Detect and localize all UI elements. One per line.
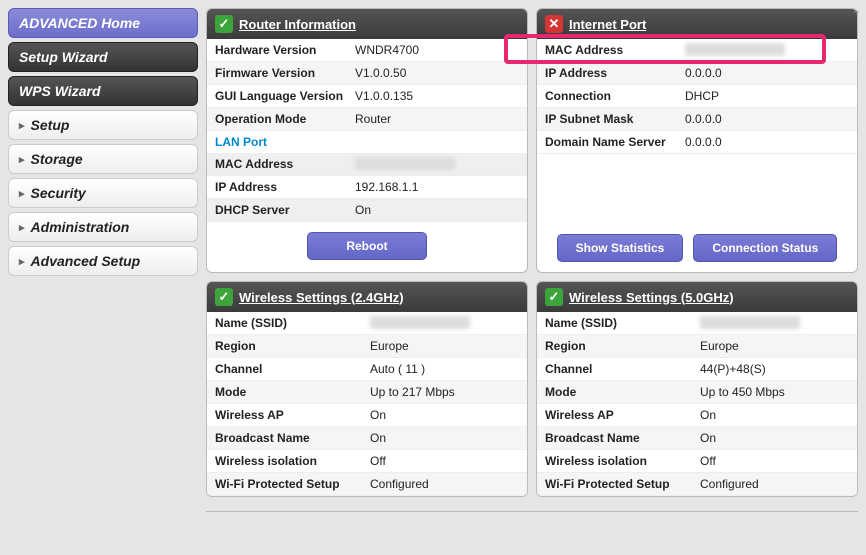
label: Wireless isolation <box>215 454 370 468</box>
label: Wireless AP <box>545 408 700 422</box>
wireless-24-link[interactable]: Wireless Settings (2.4GHz) <box>239 290 404 305</box>
chevron-right-icon: ▸ <box>19 153 25 166</box>
value: Europe <box>370 339 519 353</box>
nav-security[interactable]: ▸Security <box>8 178 198 208</box>
nav-advanced-setup[interactable]: ▸Advanced Setup <box>8 246 198 276</box>
label: Name (SSID) <box>215 316 370 330</box>
label: IP Address <box>545 66 685 80</box>
nav-storage[interactable]: ▸Storage <box>8 144 198 174</box>
label: Broadcast Name <box>215 431 370 445</box>
panel-header-wireless-50: ✓ Wireless Settings (5.0GHz) <box>537 282 857 312</box>
value: 0.0.0.0 <box>685 66 849 80</box>
label: Wi-Fi Protected Setup <box>215 477 370 491</box>
label: Connection <box>545 89 685 103</box>
label: Domain Name Server <box>545 135 685 149</box>
label: Wireless AP <box>215 408 370 422</box>
chevron-right-icon: ▸ <box>19 119 25 132</box>
value: 0.0.0.0 <box>685 135 849 149</box>
value: Configured <box>700 477 849 491</box>
router-info-link[interactable]: Router Information <box>239 17 356 32</box>
value-redacted: xx:xx:xx:xx <box>355 157 519 171</box>
label: Channel <box>215 362 370 376</box>
value-redacted: xx:xx:xx:xx <box>685 43 849 57</box>
label: DHCP Server <box>215 203 355 217</box>
value: Up to 450 Mbps <box>700 385 849 399</box>
nav-administration[interactable]: ▸Administration <box>8 212 198 242</box>
nav-setup[interactable]: ▸Setup <box>8 110 198 140</box>
value-redacted: ssid <box>700 316 849 330</box>
label: Firmware Version <box>215 66 355 80</box>
chevron-right-icon: ▸ <box>19 221 25 234</box>
value: Europe <box>700 339 849 353</box>
reboot-button[interactable]: Reboot <box>307 232 427 260</box>
check-icon: ✓ <box>545 288 563 306</box>
scrollbar[interactable] <box>848 8 864 547</box>
nav-advanced-home[interactable]: ADVANCED Home <box>8 8 198 38</box>
value: Off <box>370 454 519 468</box>
value: On <box>700 431 849 445</box>
value: On <box>370 431 519 445</box>
divider <box>206 511 858 512</box>
lan-port-label: LAN Port <box>207 131 527 153</box>
label: IP Subnet Mask <box>545 112 685 126</box>
label: IP Address <box>215 180 355 194</box>
value: On <box>355 203 519 217</box>
panel-wireless-50: ✓ Wireless Settings (5.0GHz) Name (SSID)… <box>536 281 858 497</box>
check-icon: ✓ <box>215 15 233 33</box>
label: Wireless isolation <box>545 454 700 468</box>
value: Off <box>700 454 849 468</box>
value: V1.0.0.135 <box>355 89 519 103</box>
main-content: ✓ Router Information Hardware VersionWND… <box>206 8 858 512</box>
panel-wireless-24: ✓ Wireless Settings (2.4GHz) Name (SSID)… <box>206 281 528 497</box>
label: Hardware Version <box>215 43 355 57</box>
value-redacted: ssid <box>370 316 519 330</box>
panel-router-info: ✓ Router Information Hardware VersionWND… <box>206 8 528 273</box>
panel-internet-port: ✕ Internet Port MAC Addressxx:xx:xx:xx I… <box>536 8 858 273</box>
show-statistics-button[interactable]: Show Statistics <box>557 234 684 262</box>
label: GUI Language Version <box>215 89 355 103</box>
label: Region <box>215 339 370 353</box>
value: 44(P)+48(S) <box>700 362 849 376</box>
error-icon: ✕ <box>545 15 563 33</box>
panel-header-router-info: ✓ Router Information <box>207 9 527 39</box>
value: 192.168.1.1 <box>355 180 519 194</box>
chevron-right-icon: ▸ <box>19 187 25 200</box>
value: 0.0.0.0 <box>685 112 849 126</box>
value: Configured <box>370 477 519 491</box>
panel-header-wireless-24: ✓ Wireless Settings (2.4GHz) <box>207 282 527 312</box>
value: Router <box>355 112 519 126</box>
label: Channel <box>545 362 700 376</box>
label: Mode <box>215 385 370 399</box>
connection-status-button[interactable]: Connection Status <box>693 234 837 262</box>
chevron-right-icon: ▸ <box>19 255 25 268</box>
value: On <box>370 408 519 422</box>
label: MAC Address <box>545 43 685 57</box>
wireless-50-link[interactable]: Wireless Settings (5.0GHz) <box>569 290 734 305</box>
nav-setup-wizard[interactable]: Setup Wizard <box>8 42 198 72</box>
value: DHCP <box>685 89 849 103</box>
label: Broadcast Name <box>545 431 700 445</box>
value: On <box>700 408 849 422</box>
check-icon: ✓ <box>215 288 233 306</box>
value: Up to 217 Mbps <box>370 385 519 399</box>
value: WNDR4700 <box>355 43 519 57</box>
label: Wi-Fi Protected Setup <box>545 477 700 491</box>
label: Region <box>545 339 700 353</box>
nav-wps-wizard[interactable]: WPS Wizard <box>8 76 198 106</box>
internet-port-link[interactable]: Internet Port <box>569 17 646 32</box>
label: Mode <box>545 385 700 399</box>
label: Name (SSID) <box>545 316 700 330</box>
sidebar: ADVANCED Home Setup Wizard WPS Wizard ▸S… <box>8 8 198 512</box>
panel-header-internet-port: ✕ Internet Port <box>537 9 857 39</box>
label: MAC Address <box>215 157 355 171</box>
label: Operation Mode <box>215 112 355 126</box>
value: V1.0.0.50 <box>355 66 519 80</box>
value: Auto ( 11 ) <box>370 362 519 376</box>
